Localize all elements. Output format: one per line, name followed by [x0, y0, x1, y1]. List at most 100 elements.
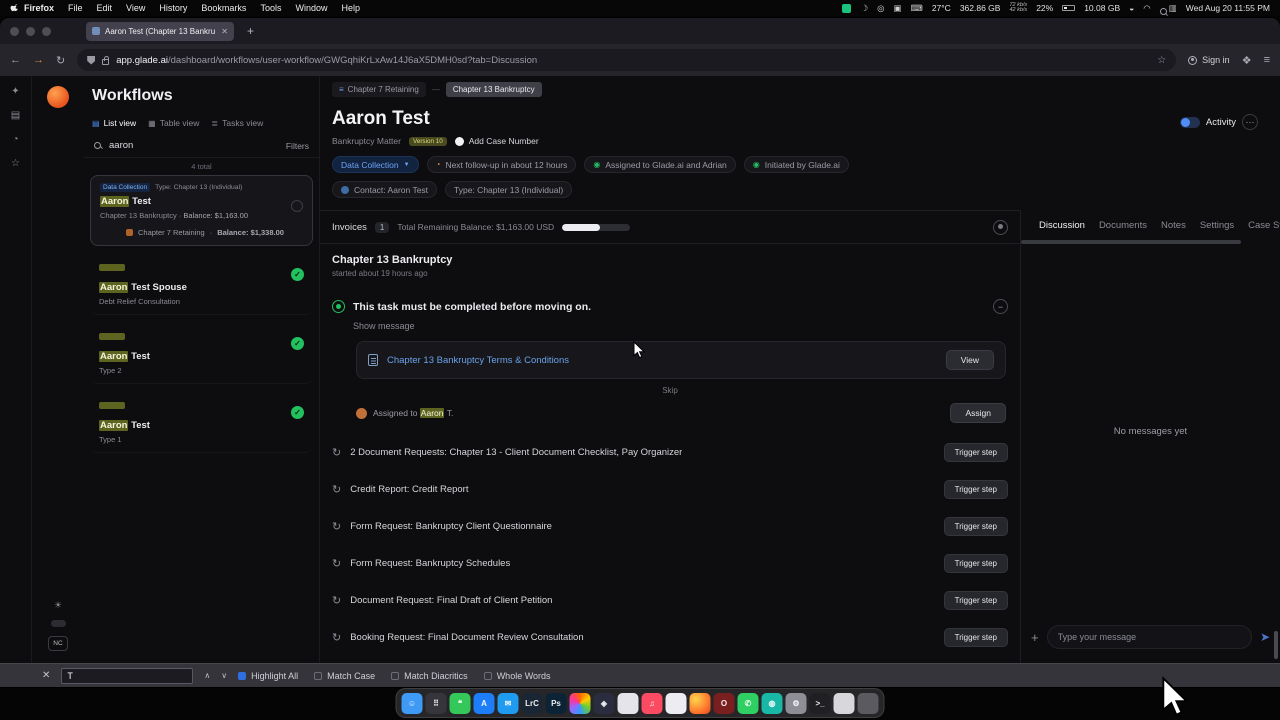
dock-icon-preview[interactable] — [617, 692, 639, 714]
favorites-nav-icon[interactable]: ☆ — [11, 158, 20, 169]
panel-tab-case-stat[interactable]: Case Stat — [1248, 220, 1280, 231]
more-options-button[interactable]: ⋯ — [1242, 114, 1258, 130]
menu-window[interactable]: Window — [295, 3, 327, 13]
dock-icon-firefox[interactable] — [689, 692, 711, 714]
view-button[interactable]: View — [945, 350, 994, 370]
related-matter-row[interactable]: Chapter 7 Retaining · Balance: $1,338.00 — [100, 228, 303, 237]
extensions-icon[interactable]: ❖ — [1242, 54, 1252, 67]
find-next-button[interactable]: ∨ — [221, 671, 227, 680]
dock-icon-trash[interactable] — [857, 692, 879, 714]
dock-icon-opera[interactable]: O — [713, 692, 735, 714]
collapse-invoices-icon[interactable] — [993, 219, 1008, 235]
apple-logo-icon[interactable] — [10, 3, 20, 13]
tab-close-icon[interactable]: ✕ — [221, 27, 228, 36]
wifi-icon[interactable]: ◠ — [1143, 3, 1150, 14]
dock-icon-notes[interactable] — [833, 692, 855, 714]
add-case-number-button[interactable]: Add Case Number — [454, 136, 539, 146]
minimize-window-button[interactable] — [26, 26, 35, 36]
view-tab-table-view[interactable]: ▦ Table view — [148, 118, 199, 128]
terms-link[interactable]: Chapter 13 Bankruptcy Terms & Conditions — [387, 355, 569, 366]
browser-tab[interactable]: Aaron Test (Chapter 13 Bankru ✕ — [86, 21, 234, 41]
find-previous-button[interactable]: ∧ — [204, 671, 210, 680]
firefox-account[interactable]: Sign in — [1188, 55, 1230, 65]
trigger-step-button[interactable]: Trigger step — [943, 554, 1008, 573]
history-nav-icon[interactable]: ◔ — [12, 134, 18, 145]
dock-icon-photoshop[interactable]: Ps — [545, 692, 567, 714]
menubar-clock[interactable]: Wed Aug 20 11:55 PM — [1186, 3, 1270, 13]
control-center-icon[interactable]: ▥ — [1169, 3, 1177, 14]
trigger-step-button[interactable]: Trigger step — [943, 517, 1008, 536]
panel-tab-documents[interactable]: Documents — [1099, 220, 1147, 231]
stage-chip[interactable]: Data Collection ▼ — [332, 156, 419, 173]
keyboard-icon[interactable]: ⌨ — [911, 3, 923, 14]
workflow-item[interactable]: Aaron Test Spouse Debt Relief Consultatio… — [90, 253, 313, 315]
trigger-step-button[interactable]: Trigger step — [943, 628, 1008, 647]
menu-help[interactable]: Help — [341, 3, 360, 13]
type-chip[interactable]: Type: Chapter 13 (Individual) — [445, 181, 573, 198]
dock-icon-code-editor[interactable]: ◈ — [593, 692, 615, 714]
workflow-item-selected[interactable]: Data Collection Type: Chapter 13 (Indivi… — [90, 175, 313, 246]
findbar-option-whole-words[interactable]: Whole Words — [483, 671, 551, 681]
dock-icon-lightroom[interactable]: LrC — [521, 692, 543, 714]
theme-sun-icon[interactable]: ☀ — [54, 600, 62, 611]
attach-button[interactable]: + — [1031, 630, 1039, 645]
initiated-chip[interactable]: ◉ Initiated by Glade.ai — [743, 156, 849, 173]
lock-icon[interactable] — [102, 55, 110, 65]
findbar-option-match-case[interactable]: Match Case — [314, 671, 375, 681]
menu-edit[interactable]: Edit — [97, 3, 113, 13]
dock-icon-launchpad[interactable]: ⠿ — [425, 692, 447, 714]
boards-nav-icon[interactable]: ▤ — [11, 110, 20, 121]
breadcrumb-chapter13[interactable]: Chapter 13 Bankruptcy — [445, 82, 542, 97]
dock-icon-messages[interactable]: ❝ — [449, 692, 471, 714]
assign-button[interactable]: Assign — [950, 403, 1006, 423]
dock-icon-finder[interactable]: ☺ — [401, 692, 423, 714]
breadcrumb-chapter7[interactable]: ≡ Chapter 7 Retaining — [332, 82, 426, 97]
menu-firefox[interactable]: Firefox — [24, 3, 54, 13]
dock-icon-teal-app[interactable]: ◍ — [761, 692, 783, 714]
search-input[interactable] — [109, 140, 229, 151]
dock-icon-settings[interactable]: ⚙ — [785, 692, 807, 714]
dnd-icon[interactable]: ☽ — [860, 3, 868, 14]
message-input[interactable] — [1046, 625, 1252, 649]
screen-recording-icon[interactable] — [842, 3, 852, 13]
skip-link[interactable]: Skip — [332, 386, 1008, 395]
menu-history[interactable]: History — [159, 3, 187, 13]
widget-icon[interactable]: ▣ — [894, 3, 902, 14]
workflow-item[interactable]: Aaron Test Type 1 ✓ — [90, 391, 313, 453]
sparkle-nav-icon[interactable]: ✦ — [11, 86, 19, 97]
trigger-step-button[interactable]: Trigger step — [943, 443, 1008, 462]
menu-tools[interactable]: Tools — [260, 3, 281, 13]
workflow-item[interactable]: Aaron Test Type 2 ✓ — [90, 322, 313, 384]
invoices-label[interactable]: Invoices — [332, 222, 367, 233]
close-window-button[interactable] — [10, 26, 19, 36]
collapse-task-button[interactable]: − — [993, 299, 1008, 314]
url-bar[interactable]: app.glade.ai/dashboard/workflows/user-wo… — [77, 49, 1177, 71]
panel-tab-discussion[interactable]: Discussion — [1039, 220, 1085, 231]
reload-button[interactable]: ↻ — [56, 54, 65, 67]
activity-toggle[interactable] — [1179, 116, 1200, 128]
assignees-chip[interactable]: ◉ Assigned to Glade.ai and Adrian — [584, 156, 736, 173]
filters-button[interactable]: Filters — [286, 141, 309, 151]
profile-avatar[interactable]: NC — [48, 636, 68, 651]
dock-icon-app-store[interactable]: A — [473, 692, 495, 714]
view-tab-tasks-view[interactable]: ≣ Tasks view — [211, 118, 263, 128]
findbar-close-icon[interactable]: ✕ — [42, 670, 50, 681]
glade-logo[interactable] — [47, 86, 69, 108]
menu-view[interactable]: View — [126, 3, 145, 13]
bookmark-star-icon[interactable]: ☆ — [1157, 55, 1166, 66]
dock-icon-terminal[interactable]: >_ — [809, 692, 831, 714]
menu-file[interactable]: File — [68, 3, 83, 13]
forward-button[interactable]: → — [33, 54, 44, 66]
tracking-shield-icon[interactable] — [87, 55, 96, 65]
show-message-link[interactable]: Show message — [353, 321, 1008, 331]
trigger-step-button[interactable]: Trigger step — [943, 480, 1008, 499]
find-input[interactable] — [61, 667, 194, 684]
collapse-toggle[interactable] — [50, 620, 66, 627]
menu-bookmarks[interactable]: Bookmarks — [201, 3, 246, 13]
zoom-window-button[interactable] — [42, 26, 51, 36]
bluetooth-icon[interactable]: ◒ — [1129, 3, 1134, 13]
dock-icon-music[interactable]: ♫ — [641, 692, 663, 714]
view-tab-list-view[interactable]: ▤ List view — [92, 118, 136, 128]
panel-tab-notes[interactable]: Notes — [1161, 220, 1186, 231]
dock-icon-photos[interactable] — [569, 692, 591, 714]
